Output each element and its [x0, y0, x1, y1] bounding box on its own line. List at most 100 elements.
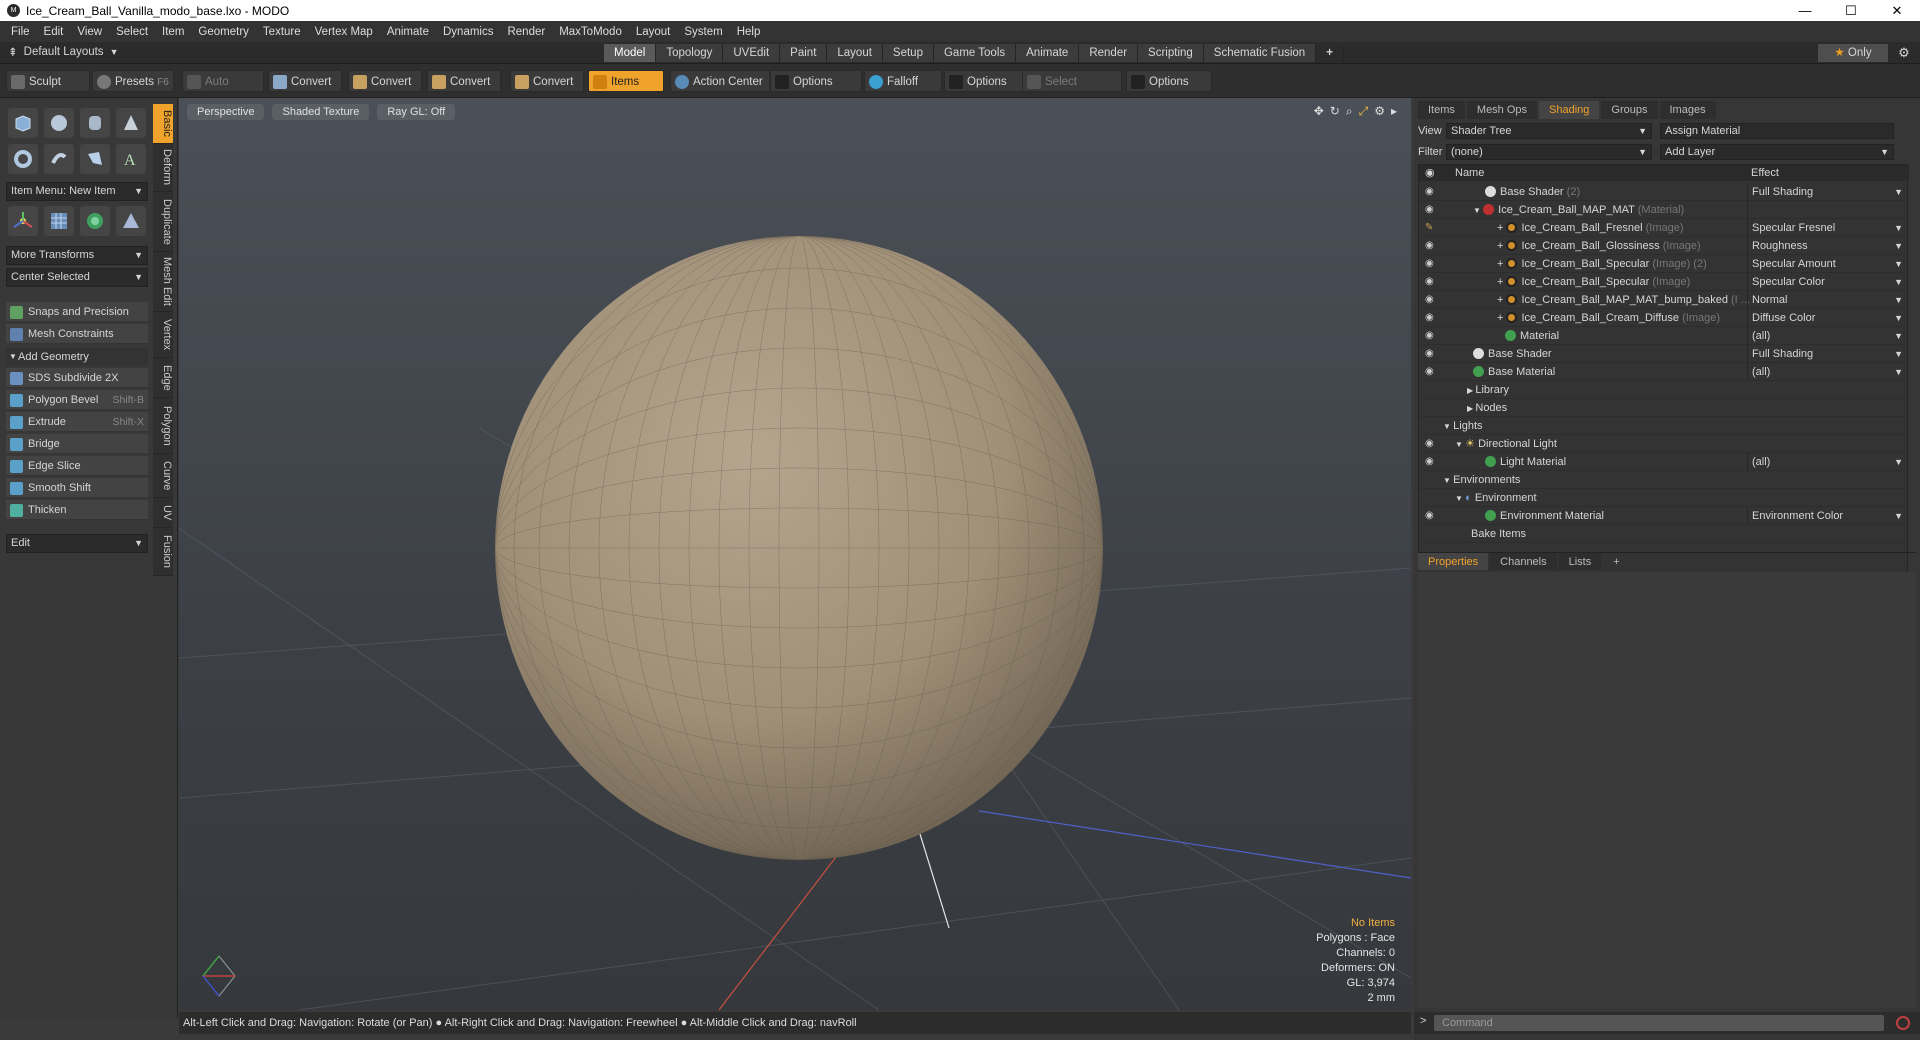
- filter-select[interactable]: (none) ▼: [1446, 144, 1652, 160]
- menu-edit[interactable]: Edit: [37, 26, 71, 38]
- assign-material-button[interactable]: Assign Material: [1660, 123, 1894, 139]
- tree-row[interactable]: ▶ Library: [1419, 381, 1907, 399]
- tab-groups[interactable]: Groups: [1601, 101, 1658, 119]
- torus-icon[interactable]: [8, 144, 38, 174]
- expand-plus-icon[interactable]: +: [1497, 222, 1506, 234]
- perspective-button[interactable]: Perspective: [187, 104, 265, 120]
- expand-plus-icon[interactable]: +: [1497, 276, 1506, 288]
- collapse-arrow-icon[interactable]: ▼: [1443, 422, 1453, 431]
- tab-shading[interactable]: Shading: [1539, 101, 1600, 119]
- eye-icon[interactable]: ◉: [1425, 435, 1439, 453]
- tree-row[interactable]: ▶ Nodes: [1419, 399, 1907, 417]
- item-menu-dropdown[interactable]: Item Menu: New Item ▼: [6, 182, 148, 201]
- add-layer-dropdown[interactable]: Add Layer ▼: [1660, 144, 1894, 160]
- cone-icon[interactable]: [116, 108, 146, 138]
- effect-select[interactable]: Full Shading ▼: [1747, 345, 1907, 363]
- side-tab-mesh-edit[interactable]: Mesh Edit: [153, 252, 173, 312]
- eye-icon[interactable]: ◉: [1425, 291, 1439, 309]
- eye-icon[interactable]: ◉: [1425, 309, 1439, 327]
- side-tab-uv[interactable]: UV: [153, 498, 173, 528]
- menu-animate[interactable]: Animate: [380, 26, 436, 38]
- tree-row[interactable]: ◉ Base Material (all) ▼: [1419, 363, 1907, 381]
- text-icon[interactable]: A: [116, 144, 146, 174]
- pen-icon[interactable]: [80, 144, 110, 174]
- presets-button[interactable]: Presets F6: [92, 70, 174, 92]
- snaps-precision-button[interactable]: Snaps and Precision: [6, 302, 148, 322]
- tree-row[interactable]: ◉ + Ice_Cream_Ball_Specular (Image) Specul…: [1419, 273, 1907, 291]
- items-mode-button[interactable]: Items: [588, 70, 664, 92]
- tree-row[interactable]: ✎ + Ice_Cream_Ball_Fresnel (Image) Specula…: [1419, 219, 1907, 237]
- tab-uvedit[interactable]: UVEdit: [723, 44, 781, 62]
- tree-row[interactable]: Bake Items: [1419, 525, 1907, 543]
- tab-scripting[interactable]: Scripting: [1138, 44, 1204, 62]
- menu-item[interactable]: Item: [155, 26, 191, 38]
- tree-row[interactable]: ◉ ▼ ☀ Directional Light: [1419, 435, 1907, 453]
- grid-icon[interactable]: [44, 206, 74, 236]
- tab-setup[interactable]: Setup: [882, 44, 934, 62]
- transform-icon[interactable]: [8, 206, 38, 236]
- pyramid-icon[interactable]: [116, 206, 146, 236]
- eye-icon[interactable]: ◉: [1425, 363, 1439, 381]
- tab-layout[interactable]: Layout: [827, 44, 883, 62]
- eye-icon[interactable]: ◉: [1425, 201, 1439, 219]
- eye-icon[interactable]: ◉: [1425, 255, 1439, 273]
- collapse-arrow-icon[interactable]: ▼: [1443, 476, 1453, 485]
- tree-row[interactable]: ◉ + Ice_Cream_Ball_Cream_Diffuse (Image) D…: [1419, 309, 1907, 327]
- tree-row[interactable]: ◉ Light Material (all) ▼: [1419, 453, 1907, 471]
- close-button[interactable]: ✕: [1874, 0, 1920, 21]
- action-center-button[interactable]: Action Center: [670, 70, 770, 92]
- expand-plus-icon[interactable]: +: [1497, 258, 1506, 270]
- effect-select[interactable]: (all) ▼: [1747, 453, 1907, 471]
- eye-icon[interactable]: ◉: [1425, 453, 1439, 471]
- tool-sds-subdivide[interactable]: SDS Subdivide 2X: [6, 368, 148, 388]
- fit-icon[interactable]: ⤢: [1359, 104, 1369, 119]
- effect-select[interactable]: (all) ▼: [1747, 327, 1907, 345]
- tab-game-tools[interactable]: Game Tools: [933, 44, 1017, 62]
- mesh-constraints-button[interactable]: Mesh Constraints: [6, 324, 148, 344]
- side-tab-fusion[interactable]: Fusion: [153, 528, 173, 576]
- tool-thicken[interactable]: Thicken: [6, 500, 148, 520]
- tree-row[interactable]: ▼ Environments: [1419, 471, 1907, 489]
- menu-geometry[interactable]: Geometry: [191, 26, 256, 38]
- expand-plus-icon[interactable]: +: [1497, 240, 1506, 252]
- tree-row[interactable]: ◉ + Ice_Cream_Ball_Specular (Image) (2) Sp…: [1419, 255, 1907, 273]
- gear-icon[interactable]: ⚙: [1894, 44, 1914, 62]
- options-button-2[interactable]: Options: [944, 70, 1024, 92]
- side-tab-curve[interactable]: Curve: [153, 454, 173, 498]
- effect-select[interactable]: Full Shading ▼: [1747, 183, 1907, 201]
- side-tab-edge[interactable]: Edge: [153, 358, 173, 398]
- collapse-arrow-icon[interactable]: ▼: [1455, 440, 1465, 449]
- tab-channels[interactable]: Channels: [1490, 553, 1557, 570]
- tab-schematic-fusion[interactable]: Schematic Fusion: [1203, 44, 1317, 62]
- cylinder-icon[interactable]: [80, 108, 110, 138]
- eye-icon[interactable]: ◉: [1425, 273, 1439, 291]
- tool-smooth-shift[interactable]: Smooth Shift: [6, 478, 148, 498]
- column-name[interactable]: Name: [1455, 165, 1484, 181]
- raygl-button[interactable]: Ray GL: Off: [377, 104, 456, 120]
- options-button-3[interactable]: Options: [1126, 70, 1212, 92]
- tree-row[interactable]: ◉ + Ice_Cream_Ball_Glossiness (Image) Roug…: [1419, 237, 1907, 255]
- tree-row[interactable]: ◉ Base Shader Full Shading ▼: [1419, 345, 1907, 363]
- eye-icon[interactable]: ◉: [1425, 345, 1439, 363]
- collapse-arrow-icon[interactable]: ▼: [1473, 206, 1483, 215]
- side-tab-deform[interactable]: Deform: [153, 144, 173, 192]
- options-button-1[interactable]: Options: [770, 70, 862, 92]
- brush-icon[interactable]: ✎: [1425, 219, 1439, 237]
- side-tab-basic[interactable]: Basic: [153, 104, 173, 144]
- menu-view[interactable]: View: [70, 26, 109, 38]
- maximize-button[interactable]: ☐: [1828, 0, 1874, 21]
- menu-help[interactable]: Help: [730, 26, 768, 38]
- shading-mode-button[interactable]: Shaded Texture: [272, 104, 370, 120]
- menu-dynamics[interactable]: Dynamics: [436, 26, 500, 38]
- falloff-button[interactable]: Falloff: [864, 70, 942, 92]
- rotate-icon[interactable]: ↻: [1330, 104, 1340, 119]
- tree-row[interactable]: ◉ Material (all) ▼: [1419, 327, 1907, 345]
- menu-maxtomodo[interactable]: MaxToModo: [552, 26, 629, 38]
- tree-row[interactable]: ◉ + Ice_Cream_Ball_MAP_MAT_bump_baked (I …: [1419, 291, 1907, 309]
- menu-file[interactable]: File: [4, 26, 37, 38]
- tab-paint[interactable]: Paint: [780, 44, 828, 62]
- eye-icon[interactable]: ◉: [1425, 327, 1439, 345]
- tab-animate[interactable]: Animate: [1016, 44, 1080, 62]
- tool-bridge[interactable]: Bridge: [6, 434, 148, 454]
- eye-icon[interactable]: ◉: [1425, 183, 1439, 201]
